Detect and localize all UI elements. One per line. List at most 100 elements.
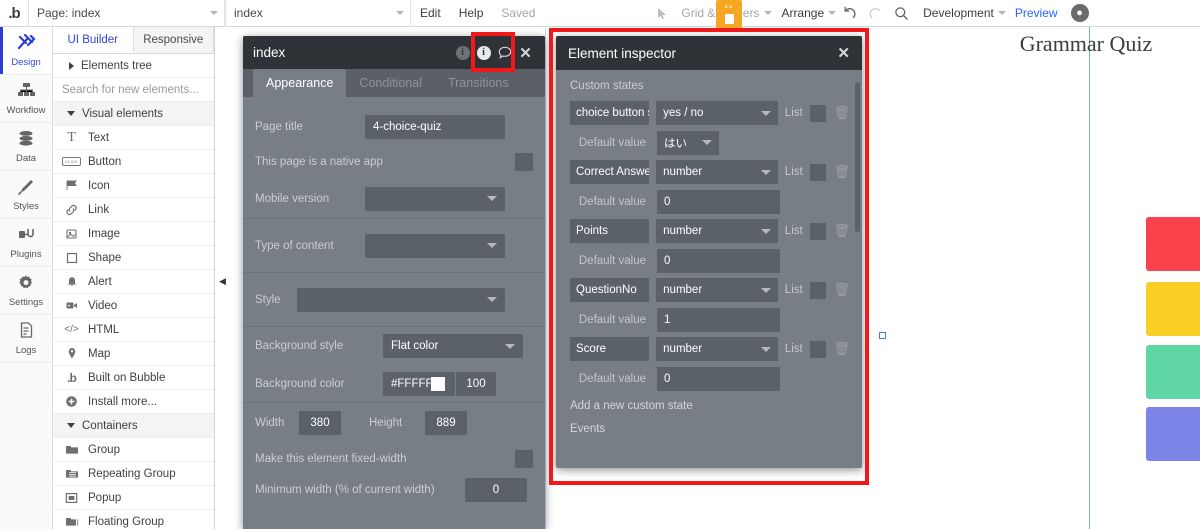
close-icon[interactable]: ✕ <box>837 44 850 62</box>
events-link[interactable]: Events <box>556 416 862 439</box>
trash-icon[interactable]: 🗑 <box>833 341 850 357</box>
list-checkbox[interactable] <box>809 104 827 122</box>
edit-menu[interactable]: Edit <box>411 0 450 27</box>
choice-button-3[interactable] <box>1146 345 1200 399</box>
trash-icon[interactable]: 🗑 <box>833 105 850 121</box>
palette-item-link[interactable]: Link <box>53 198 214 222</box>
user-avatar-icon[interactable]: ● <box>1067 0 1093 27</box>
palette-item-map[interactable]: Map <box>53 342 214 366</box>
type-of-content-select[interactable] <box>365 233 505 258</box>
default-value-input[interactable]: 0 <box>657 366 780 391</box>
default-value-select[interactable]: はい <box>657 130 719 155</box>
page-title-input[interactable]: 4-choice-quiz <box>365 115 505 139</box>
default-value-input[interactable]: 1 <box>657 307 780 332</box>
state-type-select[interactable]: number <box>656 219 778 243</box>
preview-button[interactable]: Preview <box>1006 0 1067 27</box>
help-menu[interactable]: Help <box>450 0 493 27</box>
background-style-select[interactable]: Flat color <box>383 334 523 358</box>
palette-item-shape[interactable]: Shape <box>53 246 214 270</box>
rail-item-plugins[interactable]: Plugins <box>0 219 52 267</box>
rail-item-design[interactable]: Design <box>0 27 52 75</box>
comment-icon[interactable] <box>495 43 514 62</box>
undo-icon[interactable] <box>836 0 862 27</box>
native-app-checkbox[interactable] <box>515 153 533 171</box>
rail-item-logs[interactable]: Logs <box>0 315 52 363</box>
palette-item-html[interactable]: </> HTML <box>53 318 214 342</box>
palette-group-visual-elements[interactable]: Visual elements <box>53 102 214 126</box>
choice-button-1[interactable] <box>1146 217 1200 271</box>
redo-icon[interactable] <box>862 0 888 27</box>
rail-item-workflow[interactable]: Workflow <box>0 75 52 123</box>
trash-icon[interactable]: 🗑 <box>833 164 850 180</box>
state-type-select[interactable]: number <box>656 337 778 361</box>
list-label: List <box>784 166 803 178</box>
palette-item-repeating-group[interactable]: Repeating Group <box>53 462 214 486</box>
close-icon[interactable]: ✕ <box>516 43 535 62</box>
search-elements-input[interactable]: Search for new elements... <box>53 78 214 102</box>
choice-button-2[interactable] <box>1146 282 1200 336</box>
mobile-version-select[interactable] <box>365 186 505 211</box>
inspector-scrollbar[interactable] <box>855 82 860 232</box>
color-swatch[interactable] <box>431 376 445 391</box>
palette-item-image[interactable]: Image <box>53 222 214 246</box>
style-select[interactable] <box>297 287 505 312</box>
palette-item-button[interactable]: CLICK Button <box>53 150 214 174</box>
list-checkbox[interactable] <box>809 163 827 181</box>
trash-icon[interactable]: 🗑 <box>833 223 850 239</box>
minimum-width-input[interactable]: 0 <box>465 478 527 502</box>
palette-item-popup[interactable]: Popup <box>53 486 214 510</box>
arrange-menu[interactable]: Arrange <box>772 0 833 27</box>
background-opacity-input[interactable]: 100 <box>456 371 496 396</box>
tab-ui-builder[interactable]: UI Builder <box>53 27 134 53</box>
state-name-input[interactable]: Score <box>570 337 650 361</box>
height-input[interactable]: 889 <box>425 411 467 435</box>
state-name-input[interactable]: QuestionNo <box>570 278 650 302</box>
chevron-down-icon <box>760 110 771 116</box>
palette-item-alert[interactable]: Alert <box>53 270 214 294</box>
width-input[interactable]: 380 <box>299 411 341 435</box>
rail-item-data[interactable]: Data <box>0 123 52 171</box>
field-fixed-width: Make this element fixed-width <box>243 443 545 475</box>
list-checkbox[interactable] <box>809 340 827 358</box>
state-type-select[interactable]: number <box>656 278 778 302</box>
bubble-logo-icon[interactable]: .b <box>0 0 28 27</box>
element-selector[interactable]: index <box>225 0 411 27</box>
state-name-input[interactable]: Points <box>570 219 650 243</box>
page-selector[interactable]: Page: index <box>28 0 225 27</box>
tab-responsive[interactable]: Responsive <box>134 27 214 53</box>
add-custom-state-link[interactable]: Add a new custom state <box>556 393 862 416</box>
default-value-input[interactable]: 0 <box>657 248 780 273</box>
info-dim-icon[interactable]: i <box>453 43 472 62</box>
rail-item-styles[interactable]: Styles <box>0 171 52 219</box>
palette-item-install-more[interactable]: Install more... <box>53 390 214 414</box>
state-type-select[interactable]: yes / no <box>656 101 778 125</box>
palette-item-floating-group[interactable]: Floating Group <box>53 510 214 529</box>
palette-group-containers[interactable]: Containers <box>53 414 214 438</box>
state-type-select[interactable]: number <box>656 160 778 184</box>
trash-icon[interactable]: 🗑 <box>833 282 850 298</box>
default-value-input[interactable]: 0 <box>657 189 780 214</box>
choice-button-4[interactable] <box>1146 407 1200 461</box>
palette-item-built-on-bubble[interactable]: .b Built on Bubble <box>53 366 214 390</box>
tab-appearance[interactable]: Appearance <box>253 69 347 97</box>
tab-transitions[interactable]: Transitions <box>435 69 522 97</box>
rail-item-settings[interactable]: Settings <box>0 267 52 315</box>
search-icon[interactable] <box>888 0 914 27</box>
list-checkbox[interactable] <box>809 222 827 240</box>
info-icon[interactable]: i <box>474 43 493 62</box>
palette-collapse-toggle[interactable]: ◀ <box>218 275 227 288</box>
plus-circle-icon <box>62 395 81 408</box>
tab-conditional[interactable]: Conditional <box>346 69 435 97</box>
version-selector[interactable]: Development <box>914 0 1003 27</box>
state-name-input[interactable]: Correct Answer <box>570 160 650 184</box>
state-name-input[interactable]: choice button s <box>570 101 650 125</box>
fixed-width-checkbox[interactable] <box>515 450 533 468</box>
palette-item-video[interactable]: Video <box>53 294 214 318</box>
list-checkbox[interactable] <box>809 281 827 299</box>
palette-item-icon[interactable]: Icon <box>53 174 214 198</box>
cut-tool-badge-icon[interactable]: °° <box>716 0 742 30</box>
palette-item-group[interactable]: Group <box>53 438 214 462</box>
elements-tree-toggle[interactable]: Elements tree <box>53 54 214 78</box>
resize-handle[interactable] <box>879 332 886 339</box>
palette-item-text[interactable]: T Text <box>53 126 214 150</box>
